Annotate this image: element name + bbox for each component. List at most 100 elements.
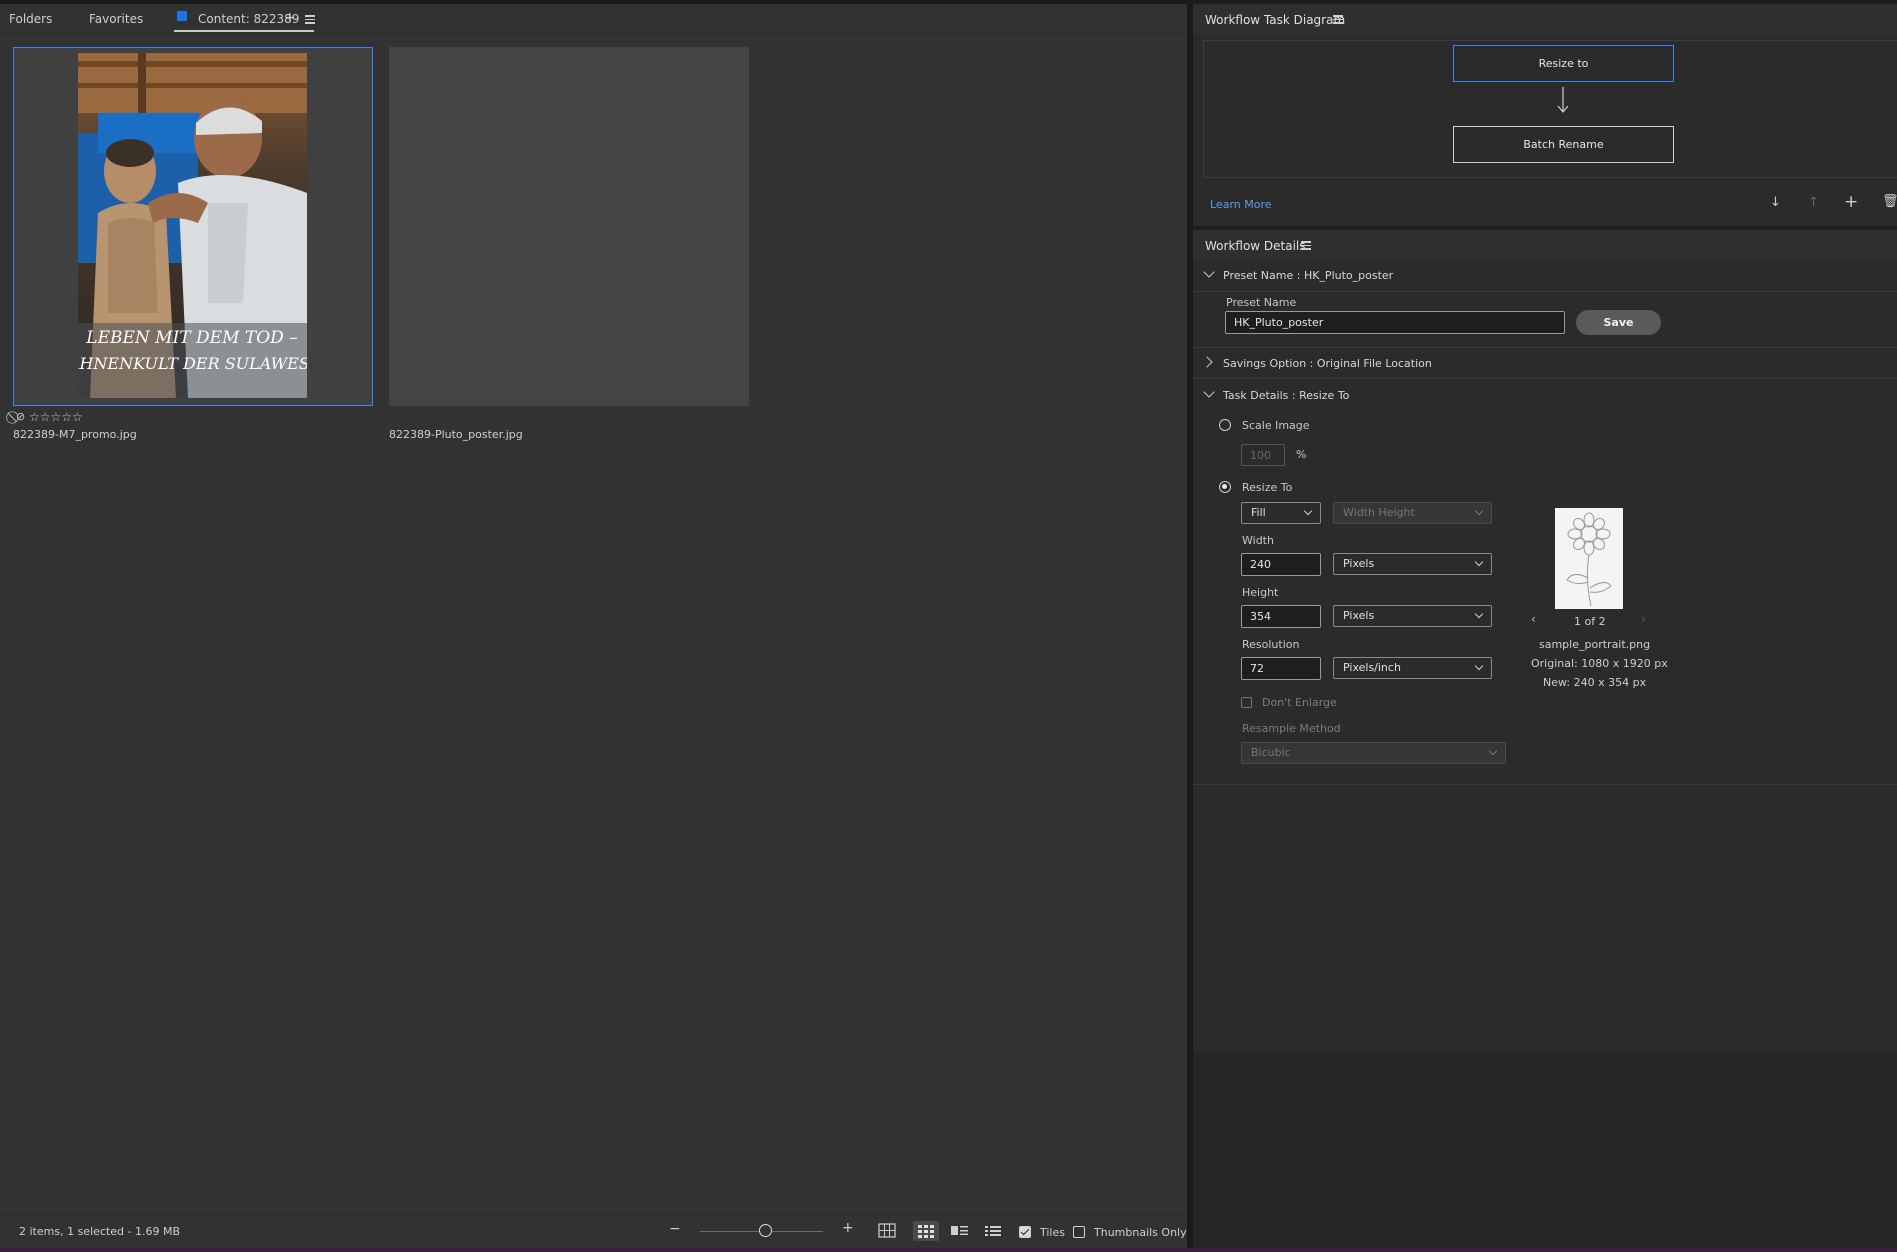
height-label: Height — [1242, 586, 1279, 599]
tab-favorites[interactable]: Favorites — [89, 12, 143, 26]
status-summary: 2 items, 1 selected - 1.69 MB — [19, 1225, 180, 1238]
preview-previous-icon[interactable]: ‹ — [1531, 612, 1536, 626]
content-panel: Folders Favorites Content: 822389 + LEBE… — [0, 4, 1187, 1248]
resolution-unit-value: Pixels/inch — [1343, 661, 1401, 674]
add-tab-icon[interactable]: + — [284, 10, 296, 26]
resample-method-value: Bicubic — [1251, 746, 1291, 759]
height-unit-value: Pixels — [1343, 609, 1375, 622]
poster-text-line-2: AHNENKULT DER SULAWESI — [78, 354, 307, 373]
task-section-label: Task Details : Resize To — [1223, 389, 1350, 402]
thumbnail-tile-selected[interactable]: LEBEN MIT DEM TOD – AHNENKULT DER SULAWE… — [13, 47, 373, 406]
chevron-down-icon — [1474, 557, 1484, 567]
resample-method-select[interactable]: Bicubic — [1241, 742, 1506, 764]
delete-task-icon[interactable]: 🗑 — [1882, 194, 1897, 209]
resample-method-label: Resample Method — [1242, 722, 1341, 735]
zoom-out-icon[interactable]: − — [669, 1221, 681, 1237]
thumbnail-filename[interactable]: 822389-Pluto_poster.jpg — [389, 428, 523, 441]
chevron-down-icon — [1203, 386, 1215, 398]
workflow-panel: Workflow Task Diagram Resize to Batch Re… — [1193, 4, 1897, 1248]
fit-mode-select[interactable]: Fill — [1241, 502, 1321, 524]
tiles-label: Tiles — [1040, 1226, 1065, 1239]
percent-label: % — [1296, 448, 1307, 461]
scale-image-label: Scale Image — [1242, 419, 1310, 432]
dont-enlarge-checkbox[interactable] — [1241, 697, 1252, 708]
height-input[interactable] — [1241, 605, 1321, 628]
preview-next-icon[interactable]: › — [1641, 612, 1646, 626]
scale-image-radio[interactable] — [1219, 419, 1231, 431]
workflow-panel-footer-area — [1193, 1052, 1897, 1248]
resolution-label: Resolution — [1242, 638, 1300, 651]
workflow-node-batch-rename[interactable]: Batch Rename — [1453, 126, 1674, 163]
tiles-checkbox[interactable] — [1019, 1226, 1031, 1238]
preview-filename: sample_portrait.png — [1539, 638, 1651, 651]
content-color-label-icon — [177, 11, 187, 21]
workflow-details-menu-icon[interactable] — [1301, 241, 1311, 250]
resolution-input[interactable] — [1241, 657, 1321, 680]
list-view-button[interactable] — [980, 1221, 1006, 1241]
resize-to-radio[interactable] — [1219, 481, 1231, 493]
workflow-details-header: Workflow Details — [1193, 230, 1897, 260]
workflow-task-diagram-title: Workflow Task Diagram — [1205, 13, 1346, 27]
chevron-down-icon — [1488, 746, 1498, 756]
grid-lock-view-button[interactable] — [874, 1221, 900, 1241]
details-view-button[interactable] — [946, 1221, 972, 1241]
window-bottom-edge — [0, 1248, 1897, 1252]
chevron-down-icon — [1203, 266, 1215, 278]
dont-enlarge-label: Don't Enlarge — [1262, 696, 1337, 709]
workflow-task-diagram-header: Workflow Task Diagram — [1193, 4, 1897, 34]
move-down-icon[interactable]: ↓ — [1770, 195, 1781, 210]
savings-option-section-header[interactable]: Savings Option : Original File Location — [1193, 347, 1897, 379]
thumbnails-only-label: Thumbnails Only — [1094, 1226, 1187, 1239]
reject-circle-icon[interactable]: ⊘ — [16, 410, 25, 423]
tab-folders[interactable]: Folders — [9, 12, 52, 26]
width-unit-select[interactable]: Pixels — [1333, 553, 1492, 575]
preset-name-label: Preset Name — [1226, 296, 1297, 309]
chevron-down-icon — [1474, 506, 1484, 516]
preview-original-size: Original: 1080 x 1920 px — [1531, 657, 1668, 670]
thumbnail-tile[interactable] — [389, 47, 749, 406]
workflow-node-resize-to[interactable]: Resize to — [1453, 45, 1674, 82]
move-up-icon[interactable]: ↑ — [1808, 195, 1819, 210]
star-rating[interactable]: ☆☆☆☆☆ — [29, 410, 83, 424]
thumbnail-size-slider-handle[interactable] — [759, 1224, 772, 1237]
save-button[interactable]: Save — [1576, 310, 1661, 335]
width-input[interactable] — [1241, 553, 1321, 576]
width-label: Width — [1242, 534, 1274, 547]
chevron-down-icon — [1474, 661, 1484, 671]
dimension-mode-select[interactable]: Width Height — [1333, 502, 1492, 524]
preset-section-label: Preset Name : HK_Pluto_poster — [1223, 269, 1394, 282]
poster-text-line-1: LEBEN MIT DEM TOD – — [85, 328, 297, 348]
content-panel-menu-icon[interactable] — [305, 15, 315, 24]
promo-poster-image: LEBEN MIT DEM TOD – AHNENKULT DER SULAWE… — [78, 53, 307, 398]
preview-new-size: New: 240 x 354 px — [1543, 676, 1647, 689]
scale-percent-input[interactable] — [1241, 444, 1285, 466]
add-task-icon[interactable]: + — [1844, 192, 1858, 212]
workflow-details-title: Workflow Details — [1205, 239, 1306, 253]
chevron-down-icon — [1474, 609, 1484, 619]
savings-section-label: Savings Option : Original File Location — [1223, 357, 1432, 370]
workflow-diagram-menu-icon[interactable] — [1333, 15, 1343, 24]
preview-pager: 1 of 2 — [1574, 615, 1606, 628]
resize-to-label: Resize To — [1242, 481, 1293, 494]
pluto-poster-image — [449, 225, 689, 227]
task-details-section-header[interactable]: Task Details : Resize To — [1193, 380, 1897, 412]
preset-name-input[interactable] — [1225, 311, 1565, 334]
learn-more-link[interactable]: Learn More — [1210, 198, 1272, 211]
zoom-in-icon[interactable]: + — [842, 1220, 854, 1236]
chevron-right-icon — [1201, 356, 1213, 368]
fit-mode-value: Fill — [1251, 506, 1266, 519]
width-unit-value: Pixels — [1343, 557, 1375, 570]
thumbnail-filename[interactable]: 822389-M7_promo.jpg — [13, 428, 137, 441]
sample-preview-image — [1555, 508, 1623, 609]
thumbnails-only-checkbox[interactable] — [1073, 1226, 1085, 1238]
chevron-down-icon — [1303, 506, 1313, 516]
workflow-diagram-canvas: Resize to Batch Rename — [1203, 40, 1897, 178]
thumbnail-view-button[interactable] — [913, 1221, 939, 1241]
flow-arrow-down-icon — [1557, 87, 1569, 113]
status-bar: 2 items, 1 selected - 1.69 MB − + Tiles … — [0, 1214, 1187, 1248]
height-unit-select[interactable]: Pixels — [1333, 605, 1492, 627]
workflow-details-empty-area — [1193, 784, 1897, 1052]
resolution-unit-select[interactable]: Pixels/inch — [1333, 657, 1492, 679]
active-tab-indicator — [174, 30, 314, 32]
preset-name-section-header[interactable]: Preset Name : HK_Pluto_poster — [1193, 260, 1897, 292]
